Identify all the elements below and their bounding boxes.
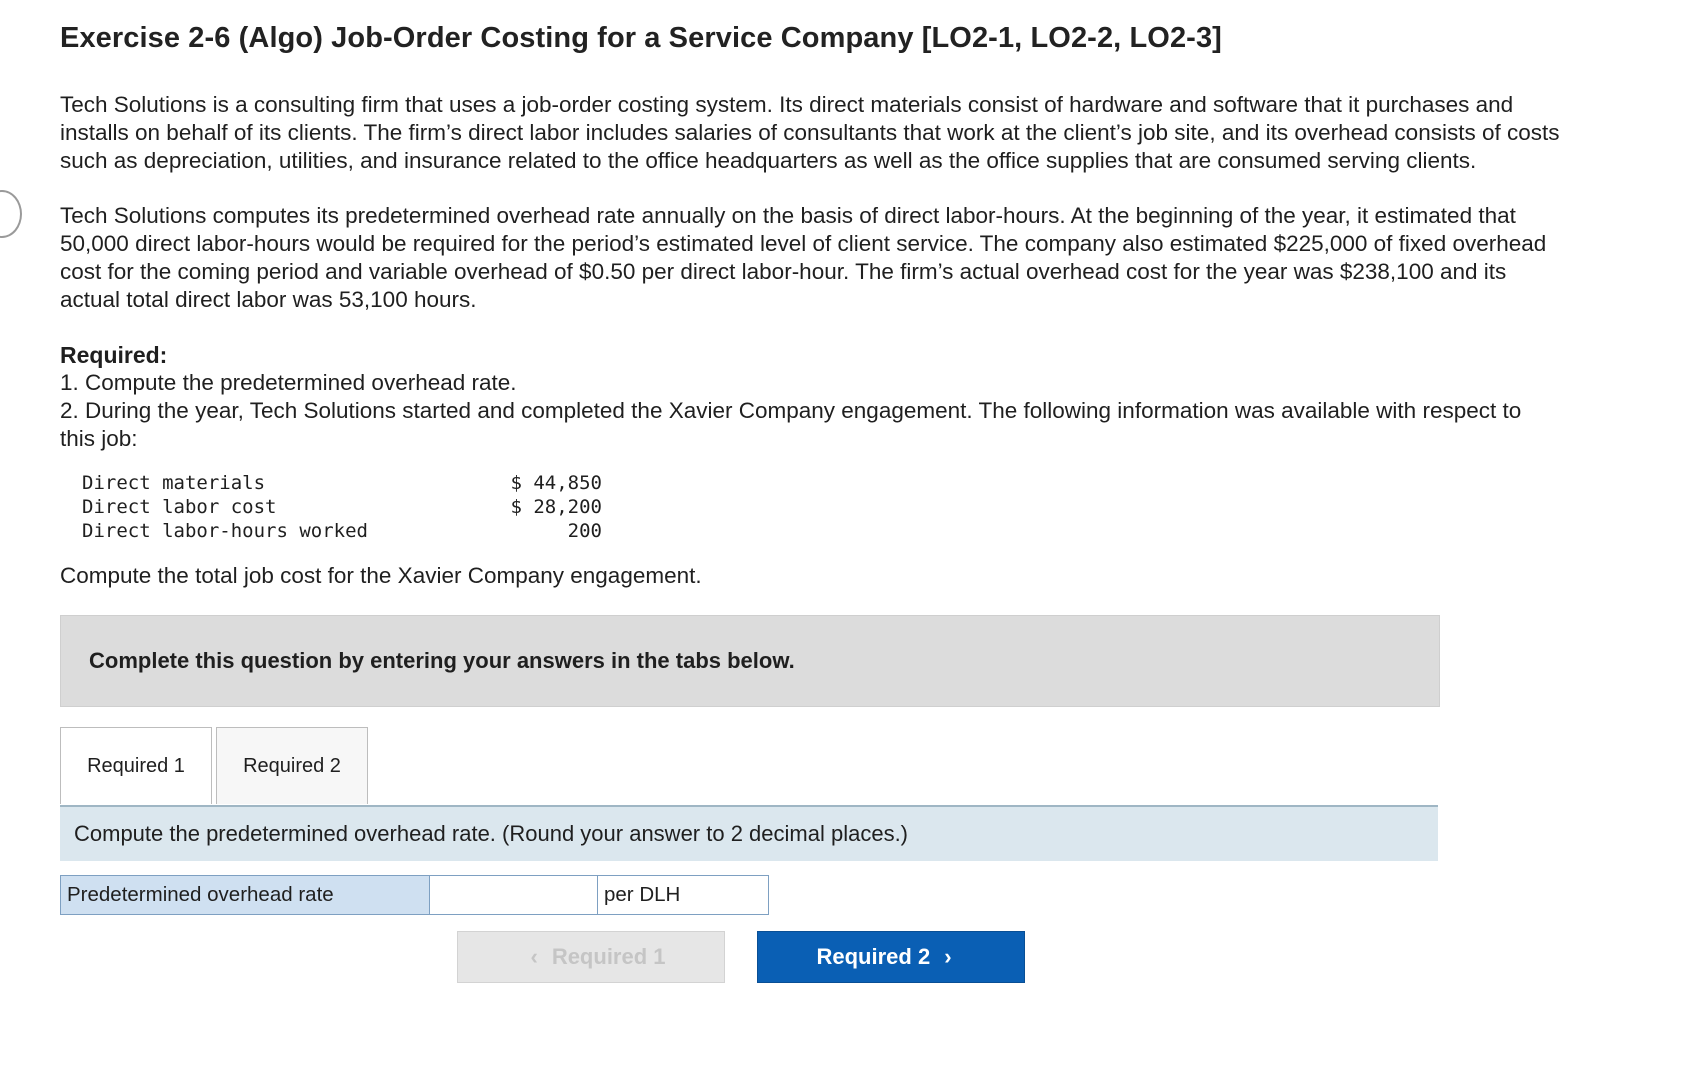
tab-required-1[interactable]: Required 1 xyxy=(60,727,212,804)
table-row: Direct labor-hours worked 200 xyxy=(82,519,1560,543)
next-button[interactable]: Required 2 › xyxy=(757,931,1025,983)
compute-total-text: Compute the total job cost for the Xavie… xyxy=(60,563,702,588)
next-button-label: Required 2 xyxy=(816,944,931,969)
row-label: Direct labor-hours worked xyxy=(82,520,368,542)
tab-bar: Required 1 Required 2 xyxy=(60,727,1560,805)
overhead-rate-input[interactable] xyxy=(429,875,597,915)
chevron-left-icon: ‹ xyxy=(530,944,538,969)
required-item-2: 2. During the year, Tech Solutions start… xyxy=(60,398,1522,451)
exercise-page: Exercise 2-6 (Algo) Job-Order Costing fo… xyxy=(60,22,1560,983)
answer-row: Predetermined overhead rate per DLH xyxy=(60,875,1560,915)
tab-required-2[interactable]: Required 2 xyxy=(216,727,368,804)
exercise-title: Exercise 2-6 (Algo) Job-Order Costing fo… xyxy=(60,22,1222,54)
answer-unit: per DLH xyxy=(597,875,769,915)
chevron-right-icon: › xyxy=(944,944,952,969)
tab-instruction: Compute the predetermined overhead rate.… xyxy=(60,805,1438,861)
tab-navigation: ‹ Required 1 Required 2 › xyxy=(457,931,1560,983)
row-label: Direct materials xyxy=(82,472,266,494)
instructions-panel: Complete this question by entering your … xyxy=(60,615,1440,707)
intro-paragraph: Tech Solutions is a consulting firm that… xyxy=(60,92,1560,173)
panel-text: Complete this question by entering your … xyxy=(89,648,795,673)
side-decoration xyxy=(0,190,22,238)
required-list: 1. Compute the predetermined overhead ra… xyxy=(60,369,1560,453)
table-row: Direct materials $ 44,850 xyxy=(82,471,1560,495)
row-value: $ 28,200 xyxy=(510,496,602,518)
answer-label: Predetermined overhead rate xyxy=(60,875,429,915)
required-item-1: 1. Compute the predetermined overhead ra… xyxy=(60,370,517,395)
table-row: Direct labor cost $ 28,200 xyxy=(82,495,1560,519)
row-value: $ 44,850 xyxy=(510,472,602,494)
row-value: 200 xyxy=(567,520,602,542)
prev-button-label: Required 1 xyxy=(551,944,666,969)
overhead-paragraph: Tech Solutions computes its predetermine… xyxy=(60,203,1547,312)
row-label: Direct labor cost xyxy=(82,496,277,518)
job-data-table: Direct materials $ 44,850 Direct labor c… xyxy=(82,471,1560,543)
prev-button[interactable]: ‹ Required 1 xyxy=(457,931,725,983)
required-heading: Required: xyxy=(60,342,168,368)
